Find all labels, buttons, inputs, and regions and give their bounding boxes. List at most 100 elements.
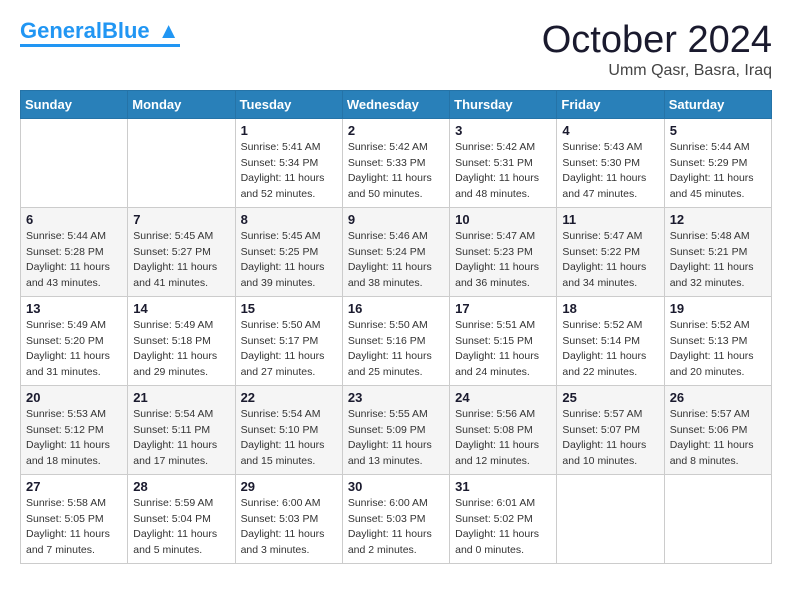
calendar-cell: 24Sunrise: 5:56 AMSunset: 5:08 PMDayligh… — [450, 385, 557, 474]
day-info: Sunrise: 5:58 AMSunset: 5:05 PMDaylight:… — [26, 496, 122, 559]
day-info: Sunrise: 5:50 AMSunset: 5:17 PMDaylight:… — [241, 318, 337, 381]
day-number: 5 — [670, 123, 766, 138]
calendar-cell: 27Sunrise: 5:58 AMSunset: 5:05 PMDayligh… — [21, 474, 128, 563]
calendar-cell — [21, 118, 128, 207]
day-info: Sunrise: 5:53 AMSunset: 5:12 PMDaylight:… — [26, 407, 122, 470]
day-number: 21 — [133, 390, 229, 405]
calendar-cell: 19 Sunrise: 5:52 AMSunset: 5:13 PMDayligh… — [664, 296, 771, 385]
day-number: 9 — [348, 212, 444, 227]
day-number: 11 — [562, 212, 658, 227]
day-number: 20 — [26, 390, 122, 405]
day-info: Sunrise: 5:42 AMSunset: 5:31 PMDaylight:… — [455, 140, 551, 203]
day-info: Sunrise: 5:54 AMSunset: 5:11 PMDaylight:… — [133, 407, 229, 470]
day-number: 23 — [348, 390, 444, 405]
calendar-cell: 16 Sunrise: 5:50 AMSunset: 5:16 PMDayligh… — [342, 296, 449, 385]
calendar-cell: 17 Sunrise: 5:51 AMSunset: 5:15 PMDayligh… — [450, 296, 557, 385]
day-number: 29 — [241, 479, 337, 494]
day-info: Sunrise: 5:52 AMSunset: 5:13 PMDaylight:… — [670, 318, 766, 381]
calendar-cell: 15 Sunrise: 5:50 AMSunset: 5:17 PMDayligh… — [235, 296, 342, 385]
day-info: Sunrise: 5:48 AMSunset: 5:21 PMDaylight:… — [670, 229, 766, 292]
day-number: 1 — [241, 123, 337, 138]
weekday-header: Saturday — [664, 90, 771, 118]
day-info: Sunrise: 5:44 AMSunset: 5:29 PMDaylight:… — [670, 140, 766, 203]
calendar-cell: 26 Sunrise: 5:57 AMSunset: 5:06 PMDayligh… — [664, 385, 771, 474]
day-info: Sunrise: 5:47 AMSunset: 5:23 PMDaylight:… — [455, 229, 551, 292]
day-number: 31 — [455, 479, 551, 494]
logo-general: General — [20, 18, 102, 43]
day-number: 30 — [348, 479, 444, 494]
calendar-cell: 30 Sunrise: 6:00 AMSunset: 5:03 PMDayligh… — [342, 474, 449, 563]
calendar-cell: 3 Sunrise: 5:42 AMSunset: 5:31 PMDaylight… — [450, 118, 557, 207]
calendar-cell — [664, 474, 771, 563]
calendar-cell: 31 Sunrise: 6:01 AMSunset: 5:02 PMDayligh… — [450, 474, 557, 563]
day-number: 17 — [455, 301, 551, 316]
calendar-cell: 21 Sunrise: 5:54 AMSunset: 5:11 PMDayligh… — [128, 385, 235, 474]
weekday-header: Wednesday — [342, 90, 449, 118]
day-number: 18 — [562, 301, 658, 316]
calendar-cell: 8 Sunrise: 5:45 AMSunset: 5:25 PMDaylight… — [235, 207, 342, 296]
day-number: 22 — [241, 390, 337, 405]
calendar-cell: 23Sunrise: 5:55 AMSunset: 5:09 PMDayligh… — [342, 385, 449, 474]
weekday-header: Monday — [128, 90, 235, 118]
calendar-cell: 13 Sunrise: 5:49 AMSunset: 5:20 PMDayligh… — [21, 296, 128, 385]
day-info: Sunrise: 6:00 AMSunset: 5:03 PMDaylight:… — [348, 496, 444, 559]
month-title: October 2024 — [542, 20, 772, 62]
day-number: 10 — [455, 212, 551, 227]
calendar-cell: 28 Sunrise: 5:59 AMSunset: 5:04 PMDayligh… — [128, 474, 235, 563]
day-info: Sunrise: 5:46 AMSunset: 5:24 PMDaylight:… — [348, 229, 444, 292]
day-info: Sunrise: 5:59 AMSunset: 5:04 PMDaylight:… — [133, 496, 229, 559]
day-number: 26 — [670, 390, 766, 405]
day-info: Sunrise: 5:50 AMSunset: 5:16 PMDaylight:… — [348, 318, 444, 381]
day-info: Sunrise: 5:51 AMSunset: 5:15 PMDaylight:… — [455, 318, 551, 381]
day-info: Sunrise: 6:01 AMSunset: 5:02 PMDaylight:… — [455, 496, 551, 559]
day-info: Sunrise: 5:52 AMSunset: 5:14 PMDaylight:… — [562, 318, 658, 381]
weekday-header: Sunday — [21, 90, 128, 118]
calendar-cell: 12Sunrise: 5:48 AMSunset: 5:21 PMDayligh… — [664, 207, 771, 296]
day-info: Sunrise: 5:41 AMSunset: 5:34 PMDaylight:… — [241, 140, 337, 203]
calendar-cell: 18 Sunrise: 5:52 AMSunset: 5:14 PMDayligh… — [557, 296, 664, 385]
day-info: Sunrise: 5:57 AMSunset: 5:06 PMDaylight:… — [670, 407, 766, 470]
day-number: 2 — [348, 123, 444, 138]
day-info: Sunrise: 5:54 AMSunset: 5:10 PMDaylight:… — [241, 407, 337, 470]
day-info: Sunrise: 5:42 AMSunset: 5:33 PMDaylight:… — [348, 140, 444, 203]
day-info: Sunrise: 5:49 AMSunset: 5:20 PMDaylight:… — [26, 318, 122, 381]
calendar-cell: 6Sunrise: 5:44 AMSunset: 5:28 PMDaylight… — [21, 207, 128, 296]
day-number: 13 — [26, 301, 122, 316]
calendar-cell: 29 Sunrise: 6:00 AMSunset: 5:03 PMDayligh… — [235, 474, 342, 563]
day-info: Sunrise: 5:45 AMSunset: 5:27 PMDaylight:… — [133, 229, 229, 292]
weekday-header: Tuesday — [235, 90, 342, 118]
day-number: 8 — [241, 212, 337, 227]
calendar-week-row: 20 Sunrise: 5:53 AMSunset: 5:12 PMDayligh… — [21, 385, 772, 474]
day-number: 28 — [133, 479, 229, 494]
day-number: 15 — [241, 301, 337, 316]
calendar-week-row: 1 Sunrise: 5:41 AMSunset: 5:34 PMDaylight… — [21, 118, 772, 207]
day-number: 4 — [562, 123, 658, 138]
calendar-cell: 7 Sunrise: 5:45 AMSunset: 5:27 PMDaylight… — [128, 207, 235, 296]
day-info: Sunrise: 5:45 AMSunset: 5:25 PMDaylight:… — [241, 229, 337, 292]
calendar-week-row: 13 Sunrise: 5:49 AMSunset: 5:20 PMDayligh… — [21, 296, 772, 385]
calendar-cell: 20 Sunrise: 5:53 AMSunset: 5:12 PMDayligh… — [21, 385, 128, 474]
logo-underline — [20, 44, 180, 47]
calendar-cell: 11 Sunrise: 5:47 AMSunset: 5:22 PMDayligh… — [557, 207, 664, 296]
day-info: Sunrise: 5:57 AMSunset: 5:07 PMDaylight:… — [562, 407, 658, 470]
logo: GeneralBlue ▲ — [20, 20, 180, 47]
day-number: 6 — [26, 212, 122, 227]
day-number: 24 — [455, 390, 551, 405]
logo-text: GeneralBlue ▲ — [20, 20, 180, 42]
calendar-table: SundayMondayTuesdayWednesdayThursdayFrid… — [20, 90, 772, 564]
day-info: Sunrise: 5:43 AMSunset: 5:30 PMDaylight:… — [562, 140, 658, 203]
day-info: Sunrise: 5:47 AMSunset: 5:22 PMDaylight:… — [562, 229, 658, 292]
calendar-cell: 5 Sunrise: 5:44 AMSunset: 5:29 PMDaylight… — [664, 118, 771, 207]
calendar-week-row: 27Sunrise: 5:58 AMSunset: 5:05 PMDayligh… — [21, 474, 772, 563]
day-info: Sunrise: 6:00 AMSunset: 5:03 PMDaylight:… — [241, 496, 337, 559]
weekday-header: Friday — [557, 90, 664, 118]
calendar-week-row: 6Sunrise: 5:44 AMSunset: 5:28 PMDaylight… — [21, 207, 772, 296]
day-number: 3 — [455, 123, 551, 138]
day-number: 19 — [670, 301, 766, 316]
day-number: 16 — [348, 301, 444, 316]
location: Umm Qasr, Basra, Iraq — [542, 62, 772, 80]
day-number: 14 — [133, 301, 229, 316]
calendar-cell: 14Sunrise: 5:49 AMSunset: 5:18 PMDayligh… — [128, 296, 235, 385]
calendar-cell: 25Sunrise: 5:57 AMSunset: 5:07 PMDayligh… — [557, 385, 664, 474]
day-number: 7 — [133, 212, 229, 227]
